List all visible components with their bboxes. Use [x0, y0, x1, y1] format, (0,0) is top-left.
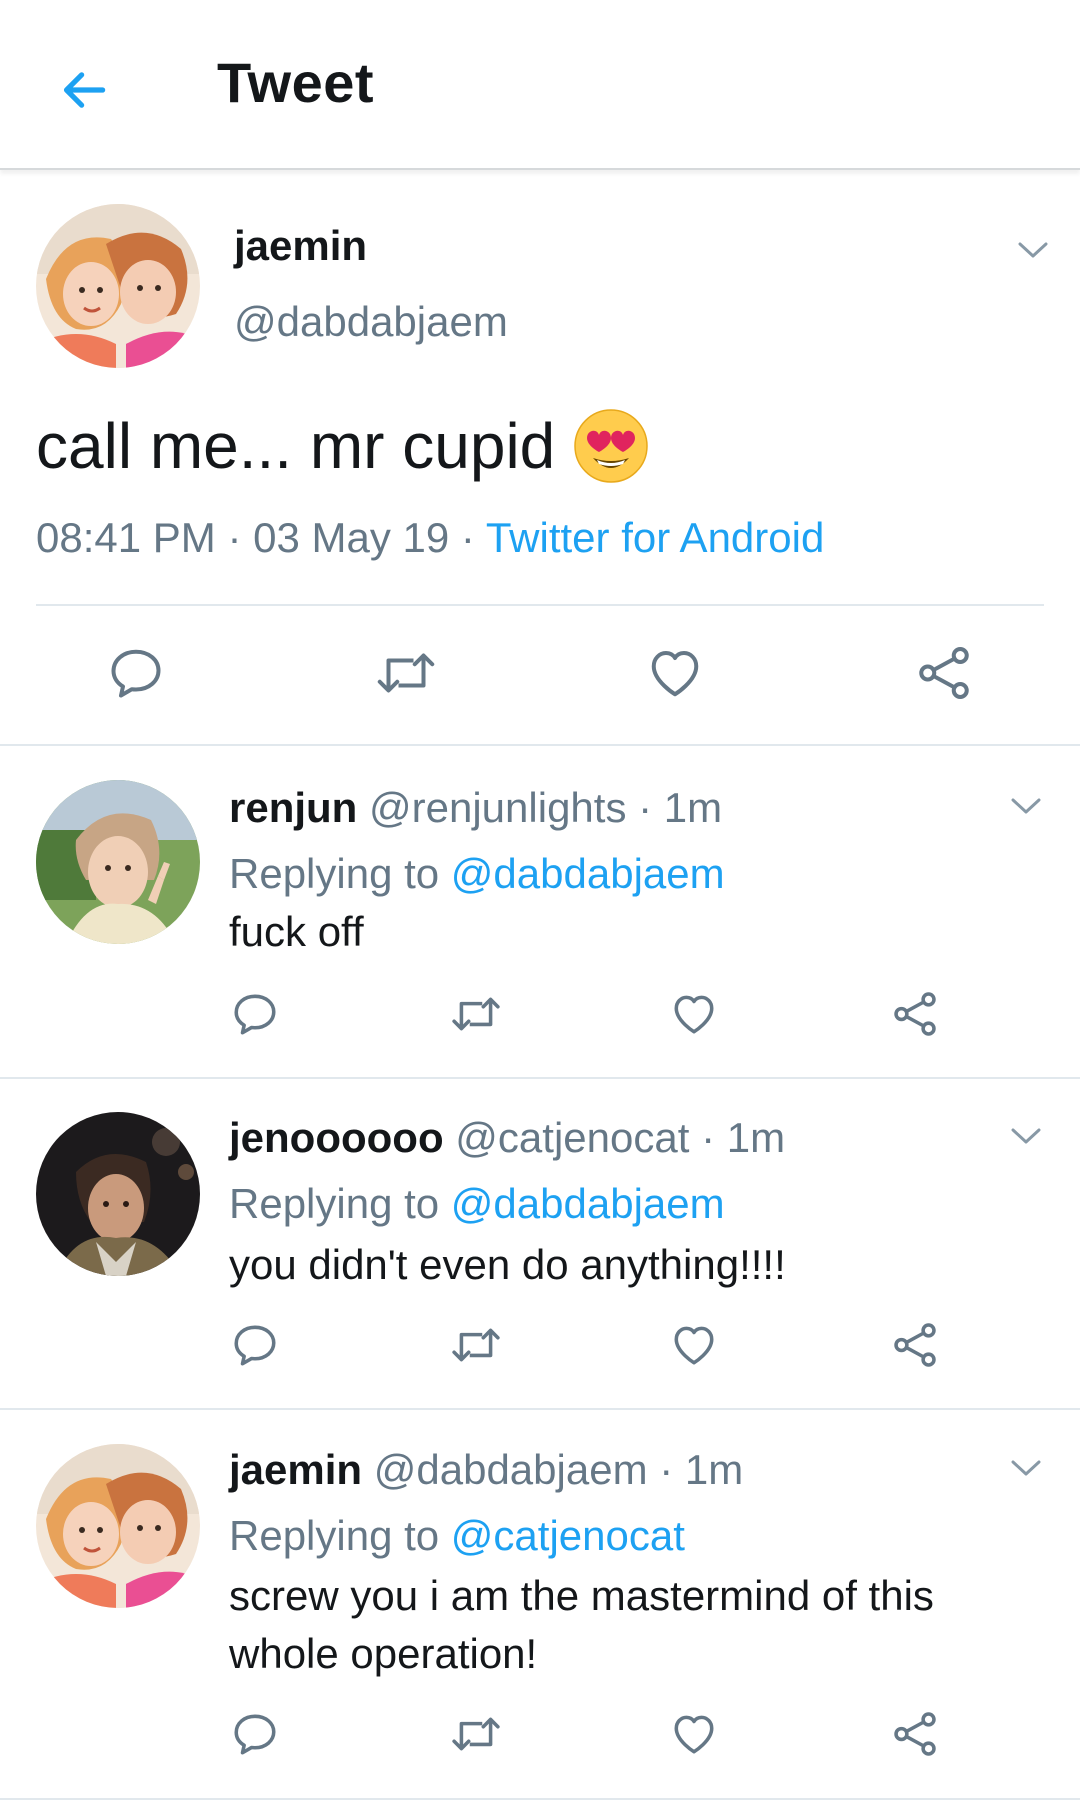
- heart-eyes-emoji: [574, 409, 648, 483]
- reply-header: renjun @renjunlights · 1m: [229, 784, 722, 832]
- reply-icon: [111, 649, 161, 698]
- share-button[interactable]: [912, 641, 976, 705]
- reply-button[interactable]: [104, 641, 168, 705]
- tweet-text: call me... mr cupid: [36, 408, 649, 484]
- heart-icon: [674, 1326, 714, 1365]
- reply-button[interactable]: [228, 1707, 282, 1761]
- divider: [36, 604, 1044, 606]
- author-handle[interactable]: @dabdabjaem: [234, 298, 508, 346]
- tweet-client-link[interactable]: Twitter for Android: [486, 514, 824, 561]
- reply-button[interactable]: [228, 987, 282, 1041]
- avatar[interactable]: [36, 1444, 200, 1608]
- retweet-button[interactable]: [370, 641, 442, 705]
- share-icon: [894, 1712, 936, 1756]
- tweet-date: 03 May 19: [253, 514, 450, 561]
- replying-to: Replying to @dabdabjaem: [229, 1180, 725, 1228]
- reply-header: jenoooooo @catjenocat · 1m: [229, 1114, 785, 1162]
- share-icon: [894, 1323, 936, 1367]
- reply-author-name[interactable]: renjun: [229, 784, 357, 831]
- replying-to-label: Replying to: [229, 850, 440, 897]
- like-button[interactable]: [666, 1707, 722, 1761]
- share-button[interactable]: [888, 1318, 942, 1372]
- replying-to-label: Replying to: [229, 1180, 440, 1227]
- share-icon: [894, 992, 936, 1036]
- retweet-icon: [452, 1717, 500, 1751]
- chevron-down-icon: [1011, 1128, 1041, 1144]
- reply-button[interactable]: [228, 1318, 282, 1372]
- back-button[interactable]: [48, 54, 120, 126]
- tweet-menu-button[interactable]: [1004, 1446, 1048, 1490]
- share-button[interactable]: [888, 987, 942, 1041]
- like-button[interactable]: [666, 987, 722, 1041]
- heart-icon: [674, 995, 714, 1034]
- divider: [0, 1798, 1080, 1800]
- reply-age: 1m: [684, 1446, 744, 1493]
- reply-author-name[interactable]: jaemin: [229, 1446, 362, 1493]
- reply-age: 1m: [726, 1114, 786, 1161]
- chevron-down-icon: [1011, 1460, 1041, 1476]
- avatar[interactable]: [36, 1112, 200, 1276]
- reply-author-name[interactable]: jenoooooo: [229, 1114, 444, 1161]
- share-button[interactable]: [888, 1707, 942, 1761]
- reply-icon: [234, 1714, 276, 1755]
- retweet-icon: [377, 653, 435, 693]
- avatar[interactable]: [36, 204, 200, 368]
- tweet-menu-button[interactable]: [1011, 228, 1055, 272]
- page-title: Tweet: [217, 51, 375, 114]
- replying-to-mention[interactable]: @dabdabjaem: [451, 850, 725, 897]
- heart-icon: [674, 1715, 714, 1754]
- replying-to: Replying to @catjenocat: [229, 1512, 685, 1560]
- divider: [0, 1408, 1080, 1410]
- chevron-down-icon: [1011, 798, 1041, 814]
- retweet-icon: [452, 997, 500, 1031]
- retweet-button[interactable]: [446, 1318, 506, 1372]
- app-header: Tweet: [0, 0, 1080, 170]
- tweet-text-content: call me... mr cupid: [36, 410, 556, 482]
- reply-icon: [234, 1325, 276, 1366]
- reply-author-handle[interactable]: @dabdabjaem: [374, 1446, 648, 1493]
- reply-author-handle[interactable]: @catjenocat: [455, 1114, 689, 1161]
- reply-text: you didn't even do anything!!!!: [229, 1241, 786, 1288]
- meta-separator: ·: [659, 1446, 674, 1493]
- reply-author-handle[interactable]: @renjunlights: [369, 784, 626, 831]
- author-name[interactable]: jaemin: [234, 222, 367, 270]
- reply-age: 1m: [663, 784, 723, 831]
- divider: [0, 744, 1080, 746]
- replying-to-mention[interactable]: @catjenocat: [451, 1512, 685, 1559]
- divider: [0, 1077, 1080, 1079]
- like-button[interactable]: [666, 1318, 722, 1372]
- meta-separator: ·: [227, 514, 242, 561]
- like-button[interactable]: [641, 641, 709, 705]
- tweet-time: 08:41 PM: [36, 514, 216, 561]
- tweet-menu-button[interactable]: [1004, 784, 1048, 828]
- reply-text: screw you i am the mastermind of this wh…: [229, 1572, 934, 1677]
- arrow-left-icon: [63, 72, 106, 108]
- replying-to-label: Replying to: [229, 1512, 440, 1559]
- replying-to: Replying to @dabdabjaem: [229, 850, 725, 898]
- avatar[interactable]: [36, 780, 200, 944]
- tweet-menu-button[interactable]: [1004, 1114, 1048, 1158]
- reply-icon: [234, 994, 276, 1035]
- tweet-meta: 08:41 PM · 03 May 19 · Twitter for Andro…: [36, 514, 824, 562]
- replying-to-mention[interactable]: @dabdabjaem: [451, 1180, 725, 1227]
- meta-separator: ·: [701, 1114, 716, 1161]
- heart-icon: [651, 651, 699, 697]
- retweet-button[interactable]: [446, 1707, 506, 1761]
- retweet-button[interactable]: [446, 987, 506, 1041]
- retweet-icon: [452, 1328, 500, 1362]
- chevron-down-icon: [1018, 242, 1048, 258]
- meta-separator: ·: [638, 784, 653, 831]
- share-icon: [919, 647, 969, 699]
- reply-header: jaemin @dabdabjaem · 1m: [229, 1446, 743, 1494]
- meta-separator: ·: [460, 514, 475, 561]
- reply-text: fuck off: [229, 908, 364, 955]
